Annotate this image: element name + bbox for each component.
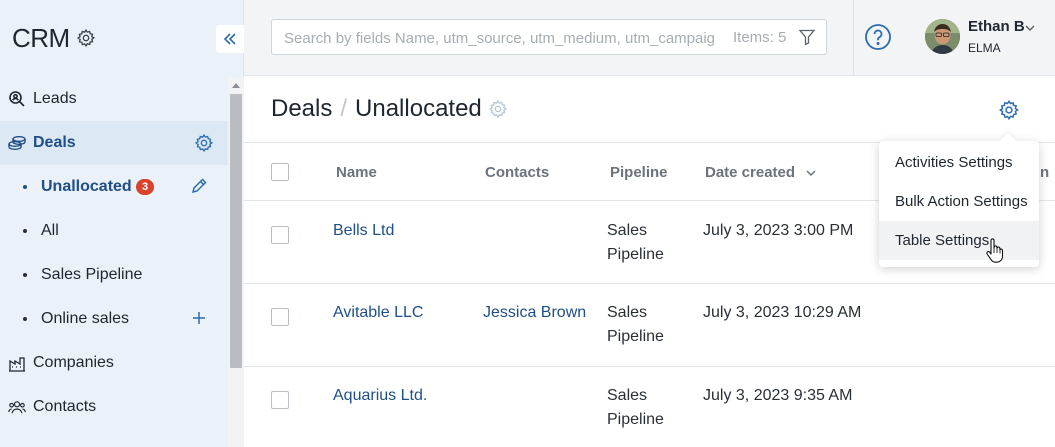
sidebar-scrollbar[interactable] <box>228 77 244 447</box>
menu-item-table-settings[interactable]: Table Settings <box>879 221 1039 260</box>
sidebar: CRM Leads Deals Unallocated 3 All Sales … <box>0 0 244 447</box>
bullet-dot <box>23 317 27 321</box>
pipeline-line-2: Pipeline <box>607 246 664 263</box>
breadcrumb: Deals / Unallocated <box>271 95 508 123</box>
contacts-people-icon <box>8 398 26 416</box>
sort-chevron-down-icon <box>806 170 816 177</box>
deal-name-link[interactable]: Bells Ltd <box>333 219 394 243</box>
table-row[interactable]: Avitable LLC Jessica Brown Sales Pipeline… <box>244 284 1055 367</box>
sidebar-item-label: Leads <box>33 90 77 107</box>
bullet-dot <box>23 185 27 189</box>
scroll-up-arrow-icon[interactable] <box>232 83 240 88</box>
sidebar-subitem-sales-pipeline[interactable]: Sales Pipeline <box>0 253 228 297</box>
deal-date-created: July 3, 2023 10:29 AM <box>703 304 862 321</box>
row-checkbox[interactable] <box>271 226 289 244</box>
bullet-dot <box>23 229 27 233</box>
chevron-down-icon[interactable] <box>1024 22 1036 34</box>
menu-item-bulk-action-settings[interactable]: Bulk Action Settings <box>879 182 1039 221</box>
edit-pencil-icon[interactable] <box>190 177 210 197</box>
deal-date-created: July 3, 2023 3:00 PM <box>703 222 854 239</box>
app-title: CRM <box>12 22 70 53</box>
deal-date-created: July 3, 2023 9:35 AM <box>703 387 853 404</box>
view-settings-gear-icon[interactable] <box>488 99 508 119</box>
deal-name-link[interactable]: Aquarius Ltd. <box>333 384 427 408</box>
unallocated-count-badge: 3 <box>136 179 154 195</box>
hand-pointer-cursor-icon <box>986 238 1004 264</box>
sidebar-subitem-all[interactable]: All <box>0 209 228 253</box>
pipeline-line-1: Sales <box>607 222 648 239</box>
column-header-pipeline[interactable]: Pipeline <box>610 164 668 181</box>
deals-settings-gear-icon[interactable] <box>194 133 214 153</box>
column-header-name[interactable]: Name <box>336 164 377 181</box>
pipeline-line-1: Sales <box>607 387 648 404</box>
page-settings-gear-icon[interactable] <box>998 99 1020 121</box>
table-row[interactable]: Aquarius Ltd. Sales Pipeline July 3, 2023… <box>244 367 1055 447</box>
clipped-column-header: n <box>1040 164 1050 181</box>
subitem-label: All <box>41 222 59 239</box>
user-name[interactable]: Ethan B <box>968 18 1025 35</box>
deal-contact-link[interactable]: Jessica Brown <box>483 301 586 325</box>
user-organization: ELMA <box>968 41 1001 55</box>
add-plus-icon[interactable] <box>190 309 210 329</box>
user-avatar[interactable] <box>925 19 960 54</box>
scrollbar-thumb[interactable] <box>230 94 242 368</box>
double-chevron-left-icon <box>223 33 236 45</box>
sidebar-item-deals[interactable]: Deals <box>0 121 228 165</box>
items-count: Items: 5 <box>733 29 787 46</box>
sidebar-subitem-unallocated[interactable]: Unallocated 3 <box>0 165 228 209</box>
top-bar: Items: 5 Ethan B ELMA <box>244 0 1055 76</box>
companies-building-icon <box>8 354 26 372</box>
deal-pipeline: Sales Pipeline <box>607 301 664 349</box>
menu-item-activities-settings[interactable]: Activities Settings <box>879 143 1039 182</box>
deal-pipeline: Sales Pipeline <box>607 384 664 432</box>
bullet-dot <box>23 273 27 277</box>
app-brand: CRM <box>12 22 96 54</box>
filter-funnel-icon[interactable] <box>798 28 816 46</box>
pipeline-line-2: Pipeline <box>607 411 664 428</box>
help-question-icon[interactable] <box>864 23 892 51</box>
page-header: Deals / Unallocated <box>244 77 1055 143</box>
row-checkbox[interactable] <box>271 308 289 326</box>
sidebar-item-companies[interactable]: Companies <box>0 341 228 385</box>
breadcrumb-separator: / <box>340 95 348 122</box>
collapse-sidebar-button[interactable] <box>216 25 244 53</box>
column-header-label: Date created <box>705 164 796 181</box>
select-all-checkbox[interactable] <box>271 163 289 181</box>
sidebar-item-contacts[interactable]: Contacts <box>0 385 228 429</box>
search-box[interactable]: Items: 5 <box>271 19 827 55</box>
subitem-label: Sales Pipeline <box>41 266 143 283</box>
pipeline-line-2: Pipeline <box>607 328 664 345</box>
divider <box>853 0 854 76</box>
subitem-label: Online sales <box>41 310 130 327</box>
deal-pipeline: Sales Pipeline <box>607 219 664 267</box>
subitem-label: Unallocated <box>41 178 132 195</box>
page-title: Unallocated <box>355 95 482 122</box>
pipeline-line-1: Sales <box>607 304 648 321</box>
column-header-contacts[interactable]: Contacts <box>485 164 549 181</box>
sidebar-item-leads[interactable]: Leads <box>0 77 228 121</box>
row-checkbox[interactable] <box>271 391 289 409</box>
leads-search-icon <box>8 90 26 108</box>
sidebar-item-label: Companies <box>33 354 114 371</box>
deal-name-link[interactable]: Avitable LLC <box>333 301 423 325</box>
breadcrumb-deals[interactable]: Deals <box>271 95 332 123</box>
sidebar-subitem-online-sales[interactable]: Online sales <box>0 297 228 341</box>
settings-dropdown-menu: Activities Settings Bulk Action Settings… <box>879 132 1039 267</box>
search-input[interactable] <box>284 28 714 48</box>
app-settings-gear-icon[interactable] <box>76 28 96 48</box>
sidebar-nav: Leads Deals Unallocated 3 All Sales Pipe… <box>0 77 228 429</box>
column-header-date-created[interactable]: Date created <box>705 164 817 181</box>
sidebar-item-label: Deals <box>33 134 76 151</box>
sidebar-item-label: Contacts <box>33 398 97 415</box>
deals-coins-icon <box>8 134 26 152</box>
